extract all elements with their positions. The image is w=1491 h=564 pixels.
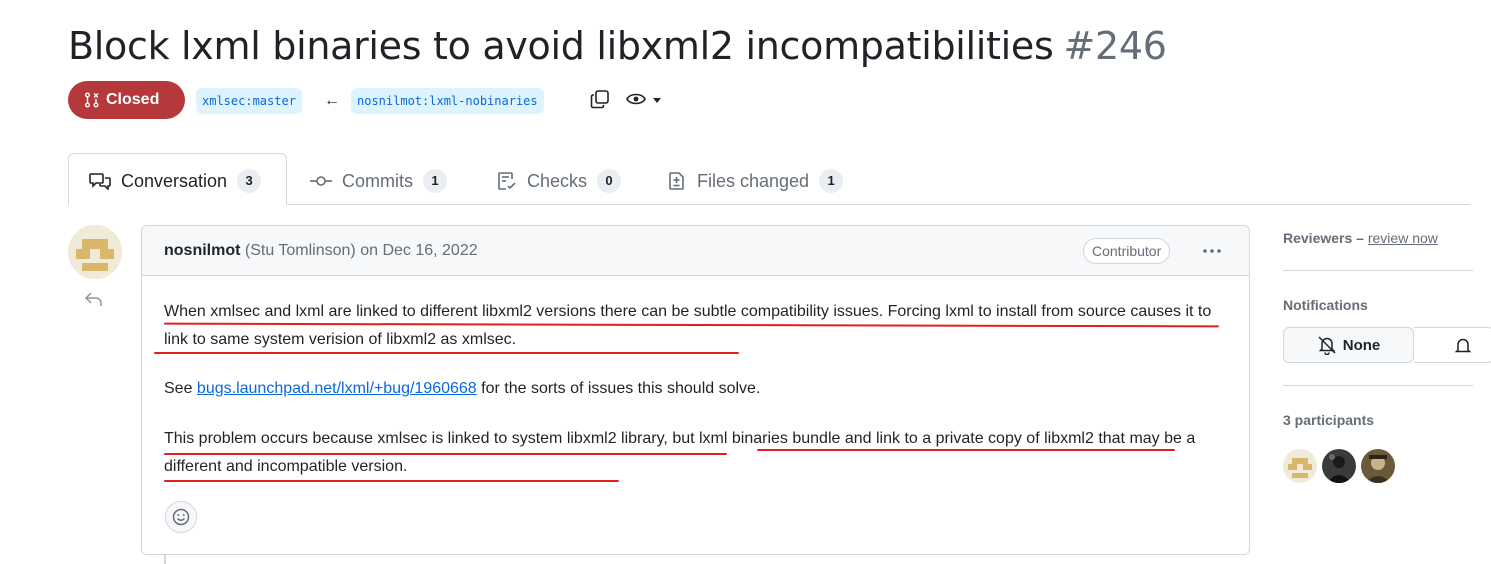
- tab-checks-label: Checks: [527, 170, 588, 191]
- file-diff-icon: [669, 172, 684, 190]
- tab-commits[interactable]: Commits 1: [310, 168, 447, 194]
- participants-heading: 3 participants: [1283, 412, 1375, 428]
- review-now-link[interactable]: review now: [1368, 230, 1438, 246]
- user-photo: [1322, 449, 1356, 483]
- state-label: Closed: [106, 91, 160, 108]
- smiley-icon: [172, 508, 190, 526]
- contributor-badge: Contributor: [1083, 238, 1171, 264]
- participant-avatar[interactable]: [1361, 449, 1395, 483]
- sidebar-divider: [1283, 270, 1473, 271]
- tab-files-changed-count: 1: [819, 169, 844, 193]
- notifications-none-label: None: [1342, 336, 1381, 354]
- comment-author-line: nosnilmot (Stu Tomlinson) on Dec 16, 202…: [164, 242, 478, 260]
- timeline-line: [164, 554, 166, 564]
- tab-commits-label: Commits: [342, 170, 413, 191]
- tab-files-changed[interactable]: Files changed 1: [667, 168, 844, 194]
- user-photo: [1361, 449, 1395, 483]
- author-full-name: (Stu Tomlinson): [244, 242, 356, 259]
- git-pull-request-closed-icon: [85, 92, 99, 108]
- participant-avatar[interactable]: [1322, 449, 1356, 483]
- eye-icon[interactable]: [626, 91, 646, 107]
- reviewers-label: Reviewers –: [1283, 230, 1364, 246]
- annotation-underline: [164, 453, 727, 455]
- para2-prefix: See: [164, 380, 197, 397]
- head-branch[interactable]: nosnilmot:lxml-nobinaries: [351, 88, 544, 114]
- add-reaction-button[interactable]: [165, 501, 197, 533]
- reviewers-heading: Reviewers – review now: [1283, 230, 1438, 246]
- comment-box: nosnilmot (Stu Tomlinson) on Dec 16, 202…: [141, 225, 1250, 555]
- author-login[interactable]: nosnilmot: [164, 242, 240, 259]
- pr-number: #246: [1063, 24, 1167, 68]
- comment-paragraph-2: See bugs.launchpad.net/lxml/+bug/1960668…: [164, 375, 1234, 403]
- annotation-underline: [154, 352, 739, 354]
- comment-header: nosnilmot (Stu Tomlinson) on Dec 16, 202…: [142, 226, 1249, 276]
- notifications-none-button[interactable]: None: [1283, 327, 1414, 363]
- arrow-left-icon: ←: [324, 92, 340, 109]
- author-avatar[interactable]: [68, 225, 122, 279]
- annotation-underline: [757, 449, 1175, 451]
- tab-checks[interactable]: Checks 0: [497, 168, 622, 194]
- tab-conversation-count: 3: [237, 169, 262, 193]
- notifications-heading: Notifications: [1283, 297, 1368, 313]
- pr-title: Block lxml binaries to avoid libxml2 inc…: [68, 22, 1167, 70]
- annotation-underline: [164, 480, 619, 482]
- identicon: [68, 225, 122, 279]
- state-badge: Closed: [68, 81, 185, 119]
- tab-files-changed-label: Files changed: [697, 170, 810, 191]
- sidebar-divider: [1283, 385, 1473, 386]
- notifications-subscribe-button[interactable]: [1414, 327, 1491, 363]
- pr-title-text: Block lxml binaries to avoid libxml2 inc…: [68, 24, 1054, 68]
- git-commit-icon: [310, 176, 332, 186]
- tab-conversation-label: Conversation: [121, 170, 228, 191]
- checklist-icon: [498, 172, 516, 190]
- para2-suffix: for the sorts of issues this should solv…: [476, 380, 761, 397]
- copy-icon[interactable]: [590, 89, 610, 109]
- tab-checks-count: 0: [597, 169, 622, 193]
- comment-discussion-icon: [89, 173, 111, 190]
- launchpad-bug-link[interactable]: bugs.launchpad.net/lxml/+bug/1960668: [197, 380, 477, 397]
- comment-date[interactable]: on Dec 16, 2022: [360, 242, 477, 259]
- identicon: [1283, 449, 1317, 483]
- bell-slash-icon: [1318, 336, 1336, 355]
- base-branch[interactable]: xmlsec:master: [196, 88, 302, 114]
- kebab-horizontal-icon[interactable]: [1202, 248, 1222, 254]
- participant-avatar[interactable]: [1283, 449, 1317, 483]
- caret-down-icon[interactable]: [652, 98, 662, 104]
- bell-icon: [1454, 338, 1472, 353]
- reply-icon: [84, 292, 102, 306]
- tab-conversation[interactable]: Conversation 3: [89, 168, 262, 194]
- tab-commits-count: 1: [423, 169, 447, 193]
